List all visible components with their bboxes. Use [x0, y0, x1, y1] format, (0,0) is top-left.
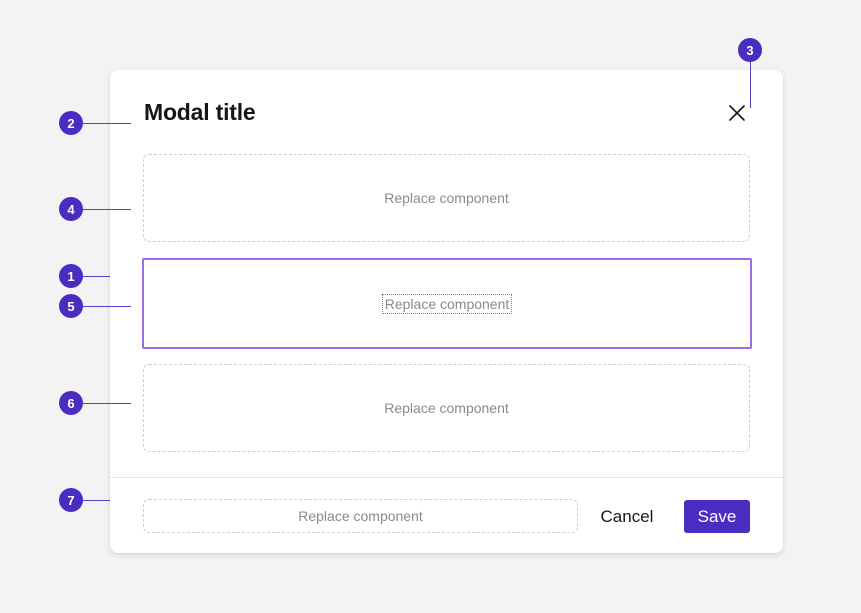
annotation-marker-6: 6 [59, 391, 83, 415]
slot-label: Replace component [381, 293, 513, 314]
slot-label: Replace component [384, 190, 509, 206]
annotation-marker-1: 1 [59, 264, 83, 288]
content-slot-1[interactable]: Replace component [143, 154, 750, 242]
slot-label: Replace component [298, 508, 423, 524]
footer-slot[interactable]: Replace component [143, 499, 578, 533]
leader-line-6 [83, 403, 131, 404]
leader-line-4 [83, 209, 131, 210]
leader-line-1 [83, 276, 110, 277]
close-icon [729, 105, 745, 121]
annotation-marker-5: 5 [59, 294, 83, 318]
modal-title: Modal title [144, 99, 256, 125]
leader-line-3 [750, 62, 751, 108]
save-button[interactable]: Save [684, 500, 750, 533]
cancel-button[interactable]: Cancel [594, 500, 660, 533]
leader-line-7 [83, 500, 110, 501]
annotation-marker-7: 7 [59, 488, 83, 512]
annotation-marker-4: 4 [59, 197, 83, 221]
footer-divider [110, 477, 783, 478]
leader-line-5 [83, 306, 131, 307]
annotation-marker-2: 2 [59, 111, 83, 135]
content-slot-2-selected[interactable]: Replace component [142, 258, 752, 349]
leader-line-2 [83, 123, 131, 124]
content-slot-3[interactable]: Replace component [143, 364, 750, 452]
slot-label: Replace component [384, 400, 509, 416]
modal-dialog: Modal title Replace component Replace co… [110, 70, 783, 553]
annotation-marker-3: 3 [738, 38, 762, 62]
close-button[interactable] [726, 102, 748, 124]
